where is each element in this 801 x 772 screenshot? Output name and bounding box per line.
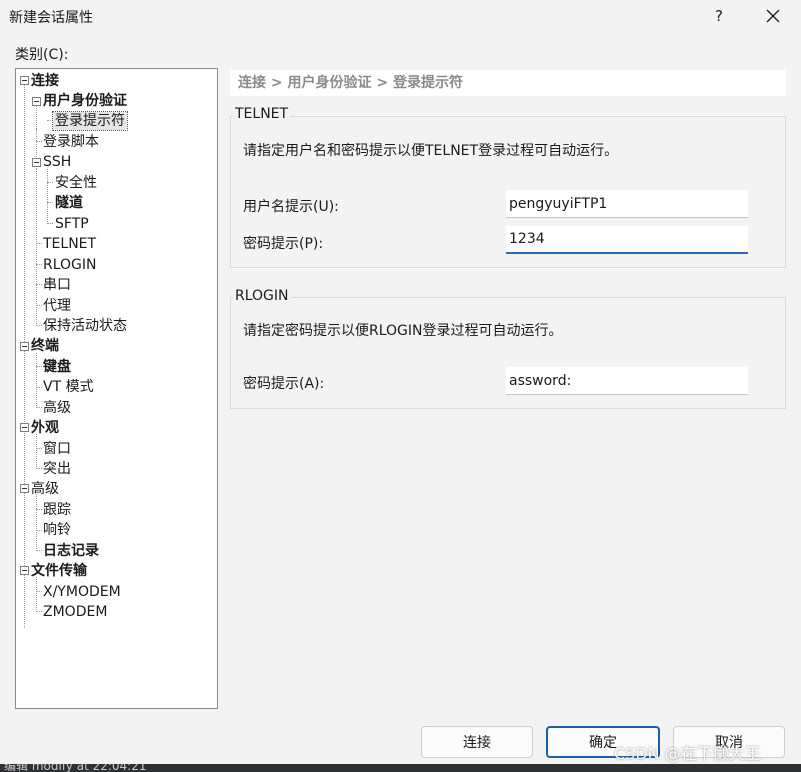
watermark: CSDN @在下懒大王 [614,744,761,763]
tree-item-vt-mode[interactable]: VT 模式 [41,378,96,396]
tree-item-appearance[interactable]: 外观 [29,419,61,437]
tree-item-proxy[interactable]: 代理 [41,297,73,315]
tree-item-file-transfer[interactable]: 文件传输 [29,562,89,580]
close-button[interactable] [760,2,786,30]
tree-item-telnet[interactable]: TELNET [41,235,98,253]
breadcrumb: 连接 > 用户身份验证 > 登录提示符 [230,70,786,96]
tree-item-keepalive[interactable]: 保持活动状态 [41,317,129,335]
tree-item-bell[interactable]: 响铃 [41,521,73,539]
tree-item-security[interactable]: 安全性 [53,174,99,192]
rlogin-password-prompt-label: 密码提示(A): [243,376,325,392]
password-prompt-input[interactable] [506,226,748,254]
tree-item-xymodem[interactable]: X/YMODEM [41,583,123,601]
tree-item-rlogin[interactable]: RLOGIN [41,256,99,274]
tree-item-logging[interactable]: 日志记录 [41,542,101,560]
collapse-icon[interactable] [20,76,29,85]
tree-item-advanced[interactable]: 高级 [29,480,61,498]
collapse-icon[interactable] [20,423,29,432]
tree-item-terminal-advanced[interactable]: 高级 [41,399,73,417]
tree-item-tunnel[interactable]: 隧道 [53,194,85,212]
tree-item-keyboard[interactable]: 键盘 [41,358,73,376]
taskbar-text: 编辑 modify at 22:04:21 [4,764,147,772]
collapse-icon[interactable] [32,97,41,106]
tree-item-connection[interactable]: 连接 [29,72,61,90]
rlogin-description: 请指定密码提示以便RLOGIN登录过程可自动运行。 [243,323,563,339]
tree-item-user-auth[interactable]: 用户身份验证 [41,92,129,110]
collapse-icon[interactable] [32,158,41,167]
close-icon [766,9,780,23]
connect-button[interactable]: 连接 [421,726,533,758]
tree-item-trace[interactable]: 跟踪 [41,501,73,519]
collapse-icon[interactable] [20,566,29,575]
telnet-description: 请指定用户名和密码提示以便TELNET登录过程可自动运行。 [243,143,619,159]
category-tree[interactable]: 连接 用户身份验证 登录提示符 登录脚本 SSH 安全性 隧道 SFTP TEL… [15,68,218,709]
title-bar: 新建会话属性 ? [0,0,801,33]
username-prompt-input[interactable] [506,190,748,218]
window-title: 新建会话属性 [9,10,93,26]
help-button[interactable]: ? [708,4,730,28]
tree-item-terminal[interactable]: 终端 [29,337,61,355]
tree-item-serial[interactable]: 串口 [41,276,73,294]
tree-item-login-prompts[interactable]: 登录提示符 [52,111,128,131]
tree-item-window[interactable]: 窗口 [41,440,73,458]
taskbar-strip: 编辑 modify at 22:04:21 [0,764,801,772]
telnet-group-title: TELNET [233,106,291,122]
tree-item-sftp[interactable]: SFTP [53,215,91,233]
category-label: 类别(C): [15,47,69,63]
collapse-icon[interactable] [20,484,29,493]
collapse-icon[interactable] [20,342,29,351]
tree-item-login-script[interactable]: 登录脚本 [41,133,101,151]
rlogin-group-title: RLOGIN [233,288,291,304]
username-prompt-label: 用户名提示(U): [243,199,339,215]
tree-item-ssh[interactable]: SSH [41,153,73,171]
password-prompt-label: 密码提示(P): [243,236,324,252]
rlogin-password-prompt-input[interactable] [506,367,748,395]
tree-item-highlight[interactable]: 突出 [41,460,73,478]
tree-item-zmodem[interactable]: ZMODEM [41,603,109,621]
